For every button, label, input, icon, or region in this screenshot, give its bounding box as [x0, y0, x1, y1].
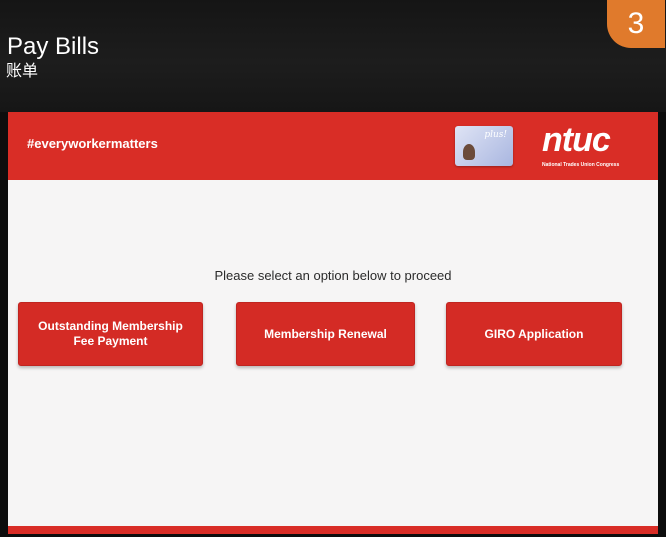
giro-application-button[interactable]: GIRO Application [446, 302, 622, 366]
instruction-text: Please select an option below to proceed [214, 268, 452, 283]
top-bar: Pay Bills 账单 [0, 0, 666, 112]
step-badge: 3 [607, 0, 665, 48]
page-title: Pay Bills [7, 33, 100, 60]
membership-renewal-button[interactable]: Membership Renewal [236, 302, 415, 366]
button-label: Membership Renewal [264, 326, 387, 341]
kiosk-screen: #everyworkermatters plus! ntuc National … [8, 112, 658, 534]
bottom-strip [8, 526, 658, 534]
ntuc-logo: ntuc [542, 121, 611, 159]
hashtag-text: #everyworkermatters [27, 136, 158, 151]
page-subtitle: 账单 [6, 61, 39, 80]
kiosk-header: #everyworkermatters plus! ntuc National … [8, 112, 658, 180]
button-label: Outstanding Membership Fee Payment [38, 319, 183, 348]
button-label: GIRO Application [484, 326, 584, 341]
card-text: plus! [484, 130, 507, 140]
card-photo [463, 144, 475, 160]
content-panel: Please select an option below to proceed… [8, 180, 658, 526]
outstanding-fee-payment-button[interactable]: Outstanding Membership Fee Payment [18, 302, 203, 366]
membership-card-image: plus! [455, 126, 513, 166]
ntuc-logo-subtitle: National Trades Union Congress [542, 162, 620, 168]
